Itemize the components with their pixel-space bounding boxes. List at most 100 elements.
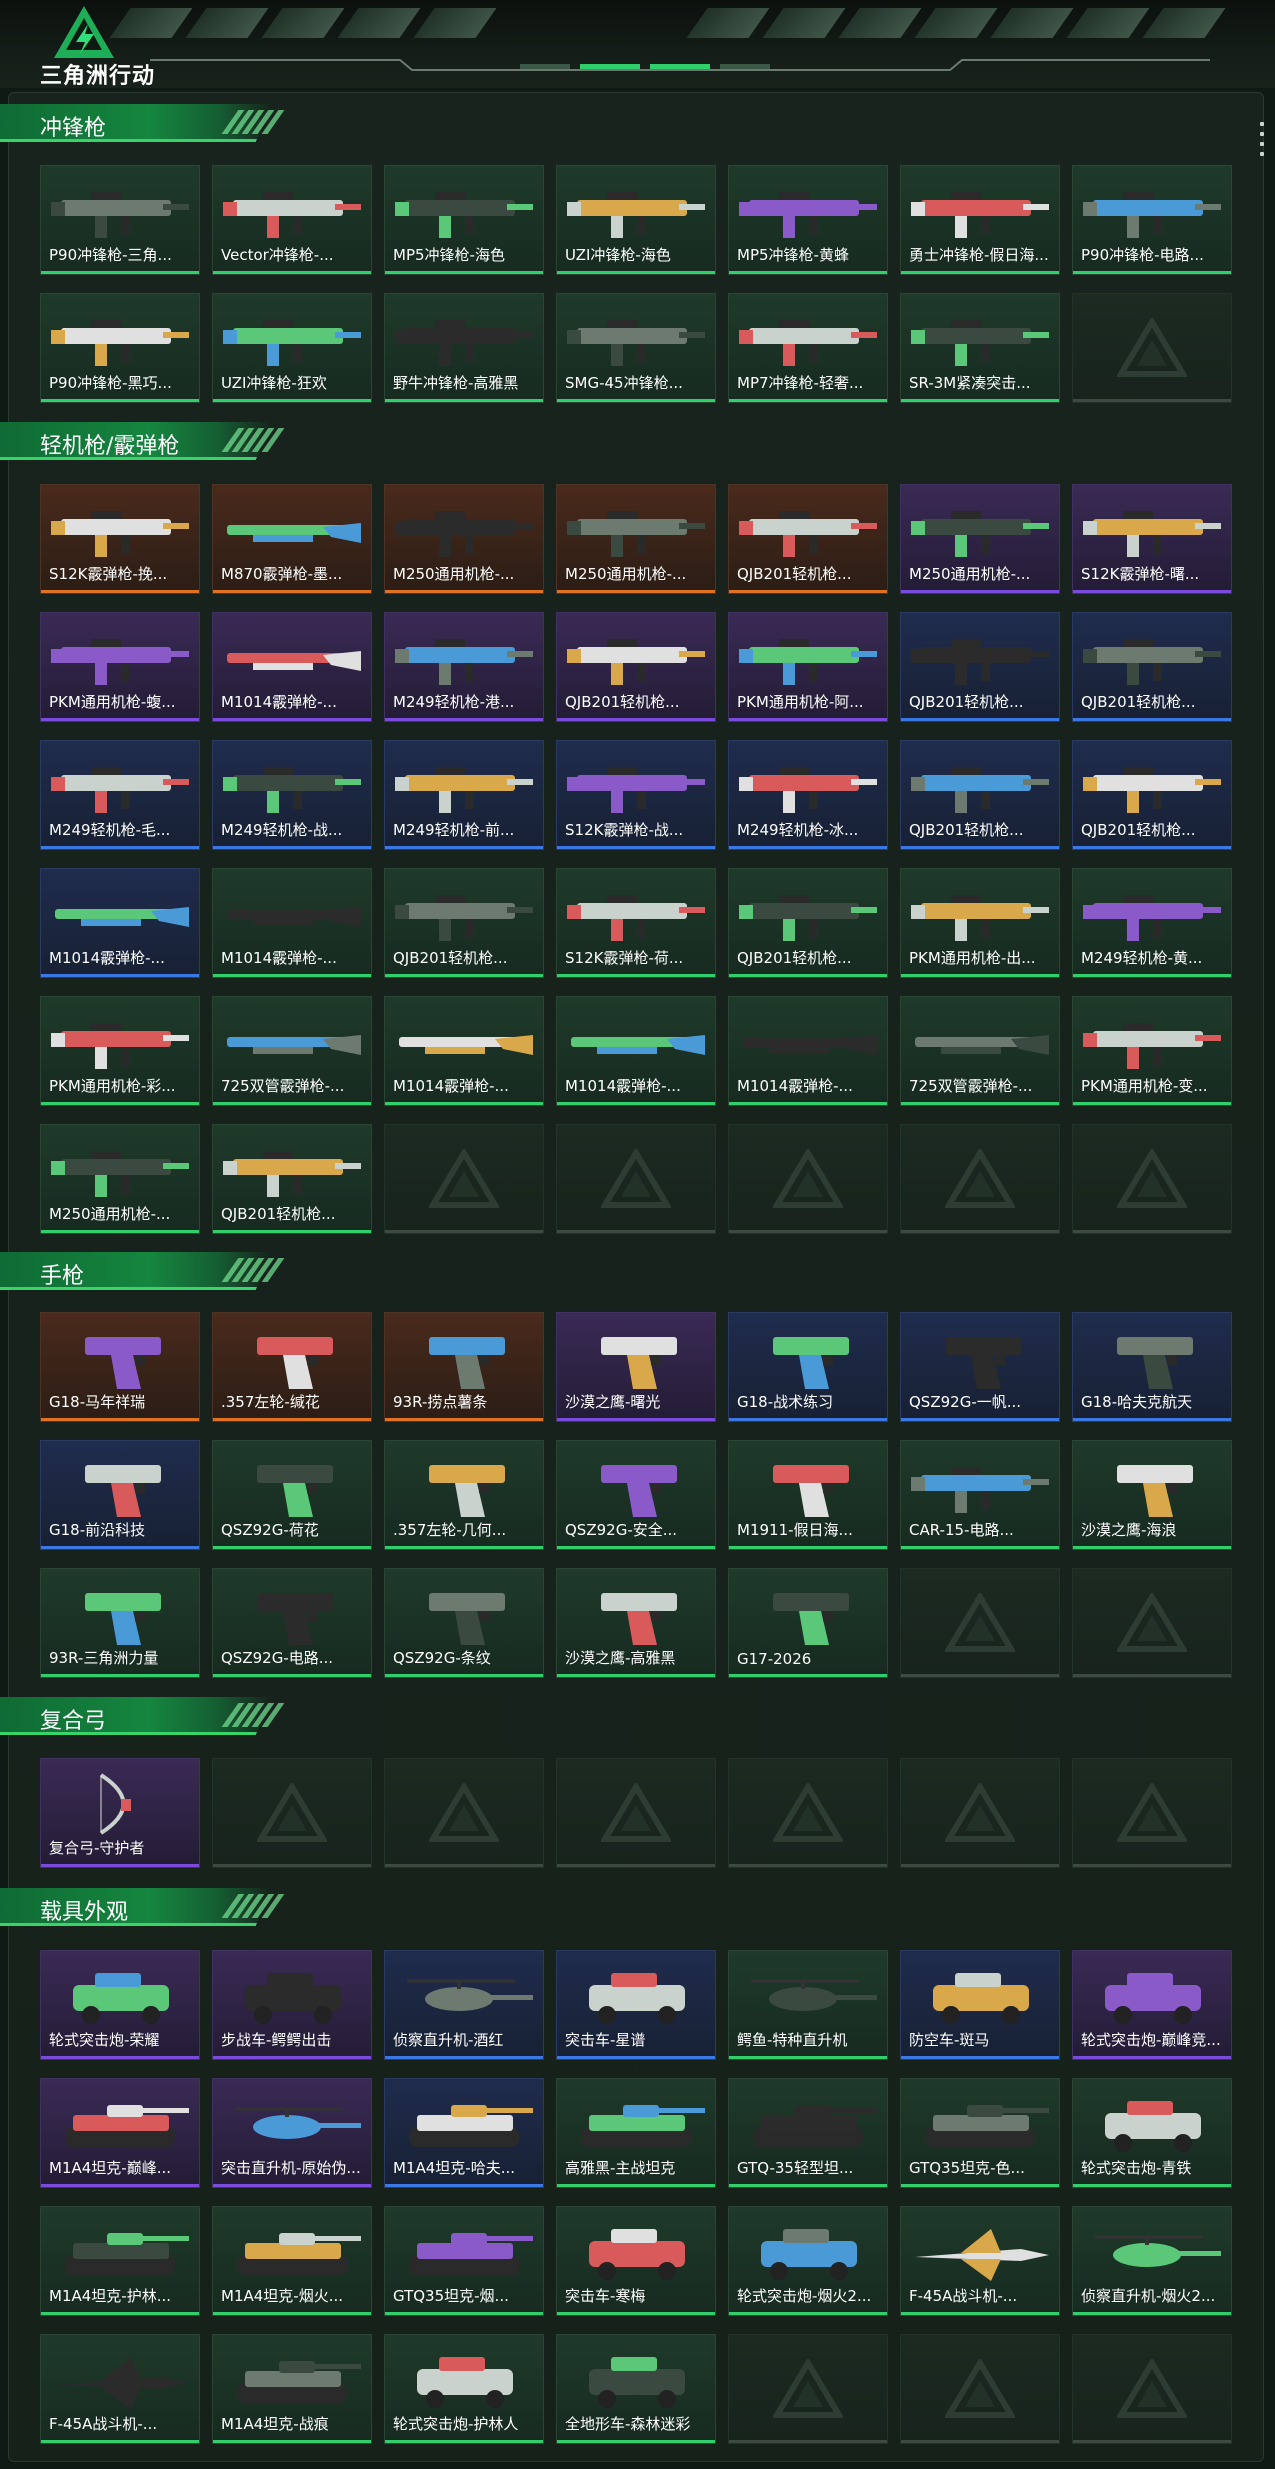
skin-card[interactable]: 93R-捞点薯条 xyxy=(384,1312,544,1422)
skin-card[interactable]: 高雅黑-主战坦克 xyxy=(556,2078,716,2188)
skin-card[interactable]: P90冲锋枪-电路... xyxy=(1072,165,1232,275)
skin-card[interactable]: M250通用机枪-... xyxy=(40,1124,200,1234)
empty-slot xyxy=(1072,2334,1232,2444)
skin-card[interactable]: G18-战术练习 xyxy=(728,1312,888,1422)
skin-card[interactable]: PKM通用机枪-彩... xyxy=(40,996,200,1106)
skin-card[interactable]: QJB201轻机枪... xyxy=(384,868,544,978)
skin-card[interactable]: 轮式突击炮-护林人 xyxy=(384,2334,544,2444)
skin-card[interactable]: 全地形车-森林迷彩 xyxy=(556,2334,716,2444)
skin-card[interactable]: G17-2026 xyxy=(728,1568,888,1678)
skin-card[interactable]: M249轻机枪-港... xyxy=(384,612,544,722)
skin-card[interactable]: M249轻机枪-战... xyxy=(212,740,372,850)
skin-card[interactable]: G18-马年祥瑞 xyxy=(40,1312,200,1422)
skin-card[interactable]: 突击车-星谱 xyxy=(556,1950,716,2060)
skin-card[interactable]: UZI冲锋枪-海色 xyxy=(556,165,716,275)
empty-slot xyxy=(1072,1568,1232,1678)
skin-card[interactable]: 突击直升机-原始伪... xyxy=(212,2078,372,2188)
skin-card[interactable]: G18-前沿科技 xyxy=(40,1440,200,1550)
skin-card[interactable]: M249轻机枪-黄... xyxy=(1072,868,1232,978)
skin-card[interactable]: G18-哈夫克航天 xyxy=(1072,1312,1232,1422)
skin-card[interactable]: 725双管霰弹枪-... xyxy=(900,996,1060,1106)
skin-card[interactable]: PKM通用机枪-变... xyxy=(1072,996,1232,1106)
skin-card[interactable]: GTQ-35轻型坦... xyxy=(728,2078,888,2188)
skin-card[interactable]: 轮式突击炮-烟火2... xyxy=(728,2206,888,2316)
skin-card[interactable]: 轮式突击炮-荣耀 xyxy=(40,1950,200,2060)
skin-card[interactable]: 侦察直升机-酒红 xyxy=(384,1950,544,2060)
skin-card[interactable]: .357左轮-几何... xyxy=(384,1440,544,1550)
skin-card[interactable]: F-45A战斗机-... xyxy=(900,2206,1060,2316)
skin-card[interactable]: 沙漠之鹰-海浪 xyxy=(1072,1440,1232,1550)
skin-card[interactable]: QJB201轻机枪... xyxy=(900,740,1060,850)
skin-card[interactable]: GTQ35坦克-烟... xyxy=(384,2206,544,2316)
skin-card[interactable]: S12K霰弹枪-挽... xyxy=(40,484,200,594)
skin-card[interactable]: M1A4坦克-哈夫... xyxy=(384,2078,544,2188)
skin-card[interactable]: QSZ92G-条纹 xyxy=(384,1568,544,1678)
skin-card[interactable]: MP7冲锋枪-轻奢... xyxy=(728,293,888,403)
skin-card[interactable]: MP5冲锋枪-海色 xyxy=(384,165,544,275)
skin-card[interactable]: M1014霰弹枪-... xyxy=(384,996,544,1106)
skin-card[interactable]: PKM通用机枪-阿... xyxy=(728,612,888,722)
skin-card[interactable]: 复合弓-守护者 xyxy=(40,1758,200,1868)
skin-card[interactable]: 勇士冲锋枪-假日海... xyxy=(900,165,1060,275)
more-options-icon[interactable] xyxy=(1259,122,1265,156)
skin-card[interactable]: QSZ92G-一帆... xyxy=(900,1312,1060,1422)
skin-card[interactable]: QSZ92G-安全... xyxy=(556,1440,716,1550)
skin-card[interactable]: QJB201轻机枪... xyxy=(1072,740,1232,850)
skin-card[interactable]: QJB201轻机枪... xyxy=(900,612,1060,722)
skin-card[interactable]: P90冲锋枪-黑巧... xyxy=(40,293,200,403)
skin-card[interactable]: M1014霰弹枪-... xyxy=(212,868,372,978)
skin-card[interactable]: QSZ92G-荷花 xyxy=(212,1440,372,1550)
skin-card[interactable]: M249轻机枪-前... xyxy=(384,740,544,850)
skin-card[interactable]: S12K霰弹枪-战... xyxy=(556,740,716,850)
skin-card[interactable]: 侦察直升机-烟火2... xyxy=(1072,2206,1232,2316)
skin-card[interactable]: QJB201轻机枪... xyxy=(1072,612,1232,722)
skin-card[interactable]: M250通用机枪-... xyxy=(384,484,544,594)
skin-card[interactable]: M250通用机枪-... xyxy=(900,484,1060,594)
skin-card[interactable]: 725双管霰弹枪-... xyxy=(212,996,372,1106)
skin-card[interactable]: .357左轮-缄花 xyxy=(212,1312,372,1422)
skin-card[interactable]: F-45A战斗机-... xyxy=(40,2334,200,2444)
skin-card[interactable]: UZI冲锋枪-狂欢 xyxy=(212,293,372,403)
skin-card[interactable]: SR-3M紧凑突击... xyxy=(900,293,1060,403)
skin-card[interactable]: M1A4坦克-战痕 xyxy=(212,2334,372,2444)
skin-card[interactable]: M1A4坦克-巅峰... xyxy=(40,2078,200,2188)
skin-card[interactable]: P90冲锋枪-三角... xyxy=(40,165,200,275)
skin-card[interactable]: M250通用机枪-... xyxy=(556,484,716,594)
skin-card[interactable]: QSZ92G-电路... xyxy=(212,1568,372,1678)
skin-card[interactable]: M1911-假日海... xyxy=(728,1440,888,1550)
section-header-stripes xyxy=(221,110,285,134)
skin-card[interactable]: 轮式突击炮-巅峰竞... xyxy=(1072,1950,1232,2060)
skin-card[interactable]: M249轻机枪-毛... xyxy=(40,740,200,850)
skin-card[interactable]: M1014霰弹枪-... xyxy=(212,612,372,722)
skin-card[interactable]: M870霰弹枪-墨... xyxy=(212,484,372,594)
skin-card[interactable]: PKM通用机枪-出... xyxy=(900,868,1060,978)
pistol-skin-image xyxy=(601,1337,677,1389)
skin-card[interactable]: QJB201轻机枪... xyxy=(212,1124,372,1234)
skin-card[interactable]: SMG-45冲锋枪... xyxy=(556,293,716,403)
skin-card[interactable]: QJB201轻机枪... xyxy=(556,612,716,722)
skin-card[interactable]: M1A4坦克-烟火... xyxy=(212,2206,372,2316)
skin-card[interactable]: S12K霰弹枪-荷... xyxy=(556,868,716,978)
skin-card[interactable]: CAR-15-电路... xyxy=(900,1440,1060,1550)
skin-card[interactable]: S12K霰弹枪-曙... xyxy=(1072,484,1232,594)
skin-card[interactable]: 野牛冲锋枪-高雅黑 xyxy=(384,293,544,403)
skin-card[interactable]: PKM通用机枪-蝮... xyxy=(40,612,200,722)
skin-card[interactable]: M1014霰弹枪-... xyxy=(556,996,716,1106)
skin-card[interactable]: M1014霰弹枪-... xyxy=(728,996,888,1106)
skin-card[interactable]: 防空车-斑马 xyxy=(900,1950,1060,2060)
skin-card[interactable]: 轮式突击炮-青铁 xyxy=(1072,2078,1232,2188)
skin-card[interactable]: M1014霰弹枪-... xyxy=(40,868,200,978)
skin-card[interactable]: 突击车-寒梅 xyxy=(556,2206,716,2316)
skin-card[interactable]: M249轻机枪-冰... xyxy=(728,740,888,850)
skin-card[interactable]: 鳄鱼-特种直升机 xyxy=(728,1950,888,2060)
skin-card[interactable]: MP5冲锋枪-黄蜂 xyxy=(728,165,888,275)
skin-card[interactable]: 沙漠之鹰-高雅黑 xyxy=(556,1568,716,1678)
skin-card[interactable]: 沙漠之鹰-曙光 xyxy=(556,1312,716,1422)
skin-card[interactable]: M1A4坦克-护林... xyxy=(40,2206,200,2316)
skin-card[interactable]: QJB201轻机枪... xyxy=(728,484,888,594)
skin-card[interactable]: GTQ35坦克-色... xyxy=(900,2078,1060,2188)
skin-card[interactable]: Vector冲锋枪-... xyxy=(212,165,372,275)
skin-card[interactable]: 93R-三角洲力量 xyxy=(40,1568,200,1678)
skin-card[interactable]: QJB201轻机枪... xyxy=(728,868,888,978)
skin-card[interactable]: 步战车-鳄鳄出击 xyxy=(212,1950,372,2060)
